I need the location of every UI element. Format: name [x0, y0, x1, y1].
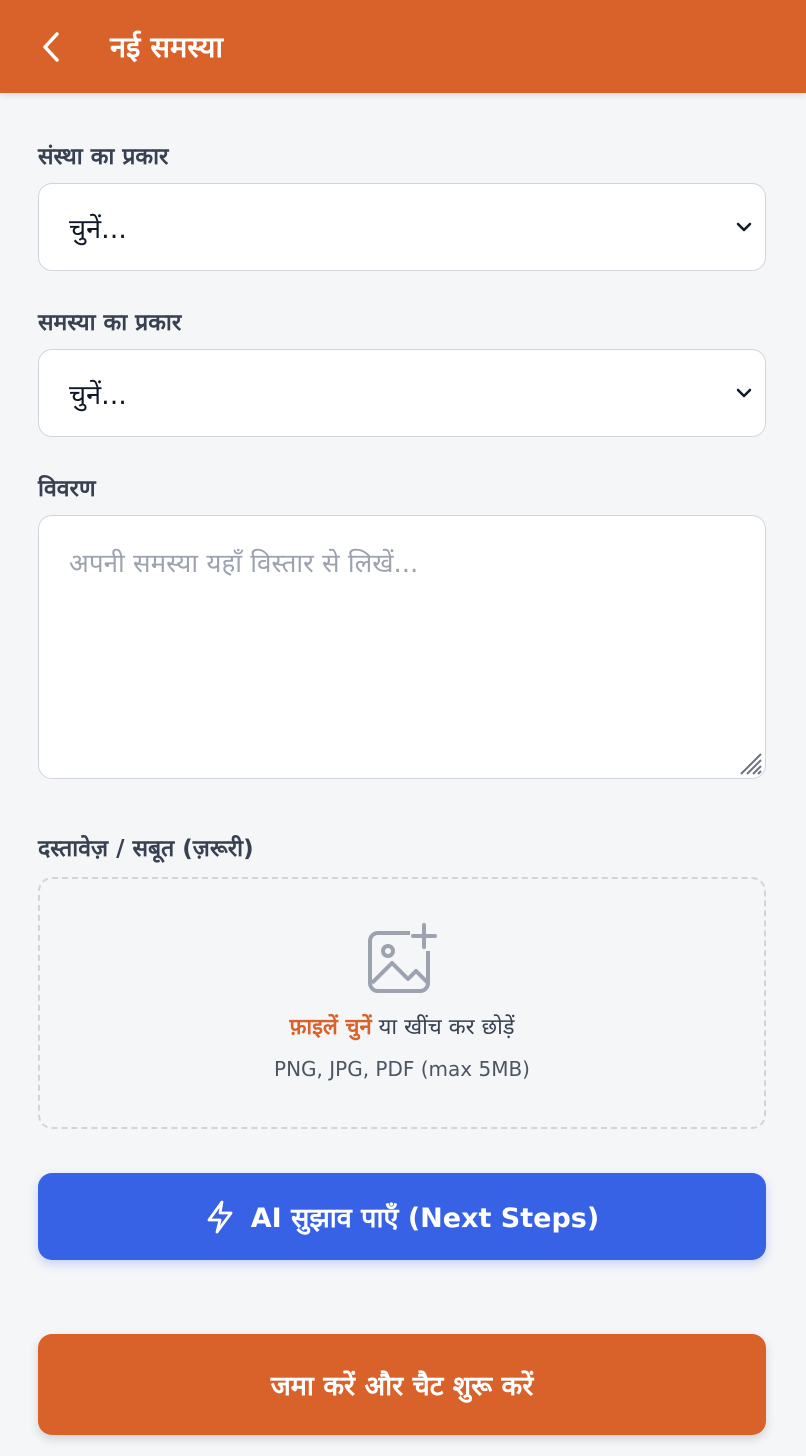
ai-suggestion-label: AI सुझाव पाएँ (Next Steps) — [250, 1203, 600, 1234]
file-dropzone[interactable]: फ़ाइलें चुनें या खींच कर छोड़ें PNG, JPG… — [38, 877, 766, 1129]
problem-type-select[interactable]: चुनें... — [38, 349, 766, 437]
form-container: संस्था का प्रकार चुनें... समस्या का प्रक… — [0, 139, 806, 1435]
submit-label: जमा करें और चैट शुरू करें — [270, 1371, 534, 1402]
description-placeholder: अपनी समस्या यहाँ विस्तार से लिखें... — [69, 549, 419, 579]
back-button[interactable] — [22, 17, 82, 77]
chevron-down-icon — [736, 388, 752, 398]
description-label: विवरण — [38, 476, 96, 502]
resize-handle-icon[interactable] — [737, 750, 763, 776]
documents-label: दस्तावेज़ / सबूत (ज़रूरी) — [38, 836, 254, 862]
org-type-label: संस्था का प्रकार — [38, 144, 169, 170]
org-type-value: चुनें... — [69, 213, 127, 245]
image-plus-icon — [368, 923, 437, 993]
ai-suggestion-button[interactable]: AI सुझाव पाएँ (Next Steps) — [38, 1173, 766, 1260]
page-title: नई समस्या — [110, 30, 223, 64]
chevron-left-icon — [43, 31, 59, 62]
choose-files-link[interactable]: फ़ाइलें चुनें — [289, 1015, 371, 1040]
file-type-hint: PNG, JPG, PDF (max 5MB) — [274, 1057, 530, 1081]
drag-drop-text: या खींच कर छोड़ें — [371, 1015, 515, 1040]
problem-type-label: समस्या का प्रकार — [38, 310, 182, 336]
dropzone-instruction: फ़ाइलें चुनें या खींच कर छोड़ें — [289, 1011, 514, 1041]
chevron-down-icon — [736, 222, 752, 232]
problem-type-value: चुनें... — [69, 379, 127, 411]
lightning-icon — [207, 1200, 233, 1233]
org-type-select[interactable]: चुनें... — [38, 183, 766, 271]
submit-and-chat-button[interactable]: जमा करें और चैट शुरू करें — [38, 1334, 766, 1435]
description-textarea[interactable]: अपनी समस्या यहाँ विस्तार से लिखें... — [38, 515, 766, 779]
app-header: नई समस्या — [0, 0, 806, 93]
